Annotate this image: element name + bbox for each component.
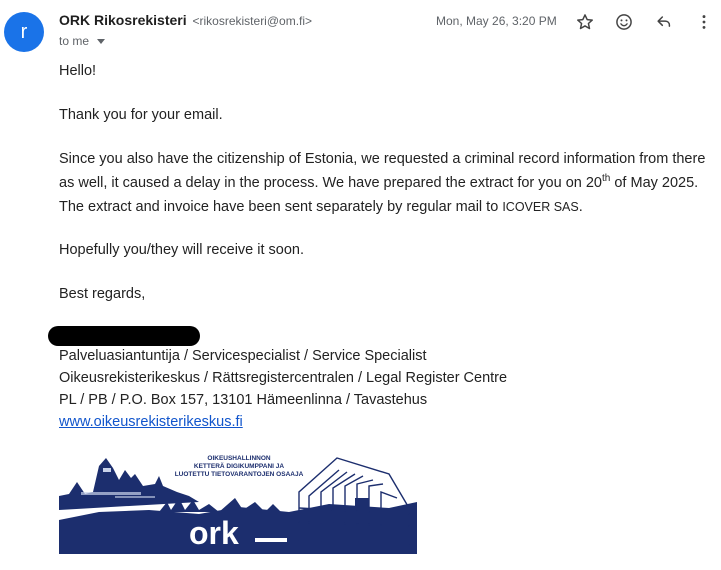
signature-org: Oikeusrekisterikeskus / Rättsregistercen… — [59, 370, 508, 386]
recipient-details-toggle[interactable]: to me — [59, 34, 106, 48]
details-text-end: . — [578, 199, 583, 215]
banner-line-2: KETTERÄ DIGIKUMPPANI JA — [194, 462, 284, 470]
avatar-letter: r — [20, 20, 28, 43]
reply-icon — [657, 16, 671, 27]
message-date: Mon, May 26, 3:20 PM — [436, 14, 557, 28]
sender-line: ORK Rikosrekisteri <rikosrekisteri@om.fi… — [59, 12, 312, 28]
signature-website-link[interactable]: www.oikeusrekisterikeskus.fi — [59, 414, 243, 430]
to-label: to me — [59, 34, 90, 48]
signature-address: PL / PB / P.O. Box 157, 13101 Hämeenlinn… — [59, 392, 428, 408]
closing: Best regards, — [59, 286, 146, 302]
star-outline-icon — [577, 14, 593, 30]
ork-logo: ork — [189, 515, 239, 551]
chevron-down-icon — [97, 38, 106, 44]
sender-email: <rikosrekisteri@om.fi> — [192, 14, 313, 28]
hope-paragraph: Hopefully you/they will receive it soon. — [59, 242, 305, 258]
emoji-react-button[interactable] — [612, 10, 636, 34]
emoji-react-icon — [616, 14, 632, 30]
more-options-button[interactable] — [692, 10, 716, 34]
thanks-paragraph: Thank you for your email. — [59, 107, 223, 123]
greeting: Hello! — [59, 63, 97, 79]
banner-line-3: LUOTETTU TIETOVARANTOJEN OSAAJA — [175, 471, 304, 478]
avatar[interactable]: r — [4, 12, 44, 52]
reply-button[interactable] — [652, 10, 676, 34]
redacted-name — [48, 326, 200, 346]
banner-line-1: OIKEUSHALLINNON — [207, 455, 271, 462]
company-name: ICOVER SAS — [502, 200, 579, 214]
signature-title: Palveluasiantuntija / Servicespecialist … — [59, 348, 427, 364]
details-text-1: Since you also have the citizenship of E… — [59, 151, 706, 191]
sender-name[interactable]: ORK Rikosrekisteri — [59, 12, 187, 28]
ork-banner-image: OIKEUSHALLINNON KETTERÄ DIGIKUMPPANI JA … — [59, 452, 417, 554]
details-paragraph: Since you also have the citizenship of E… — [59, 147, 721, 219]
star-button[interactable] — [573, 10, 597, 34]
more-vert-icon — [702, 15, 706, 29]
